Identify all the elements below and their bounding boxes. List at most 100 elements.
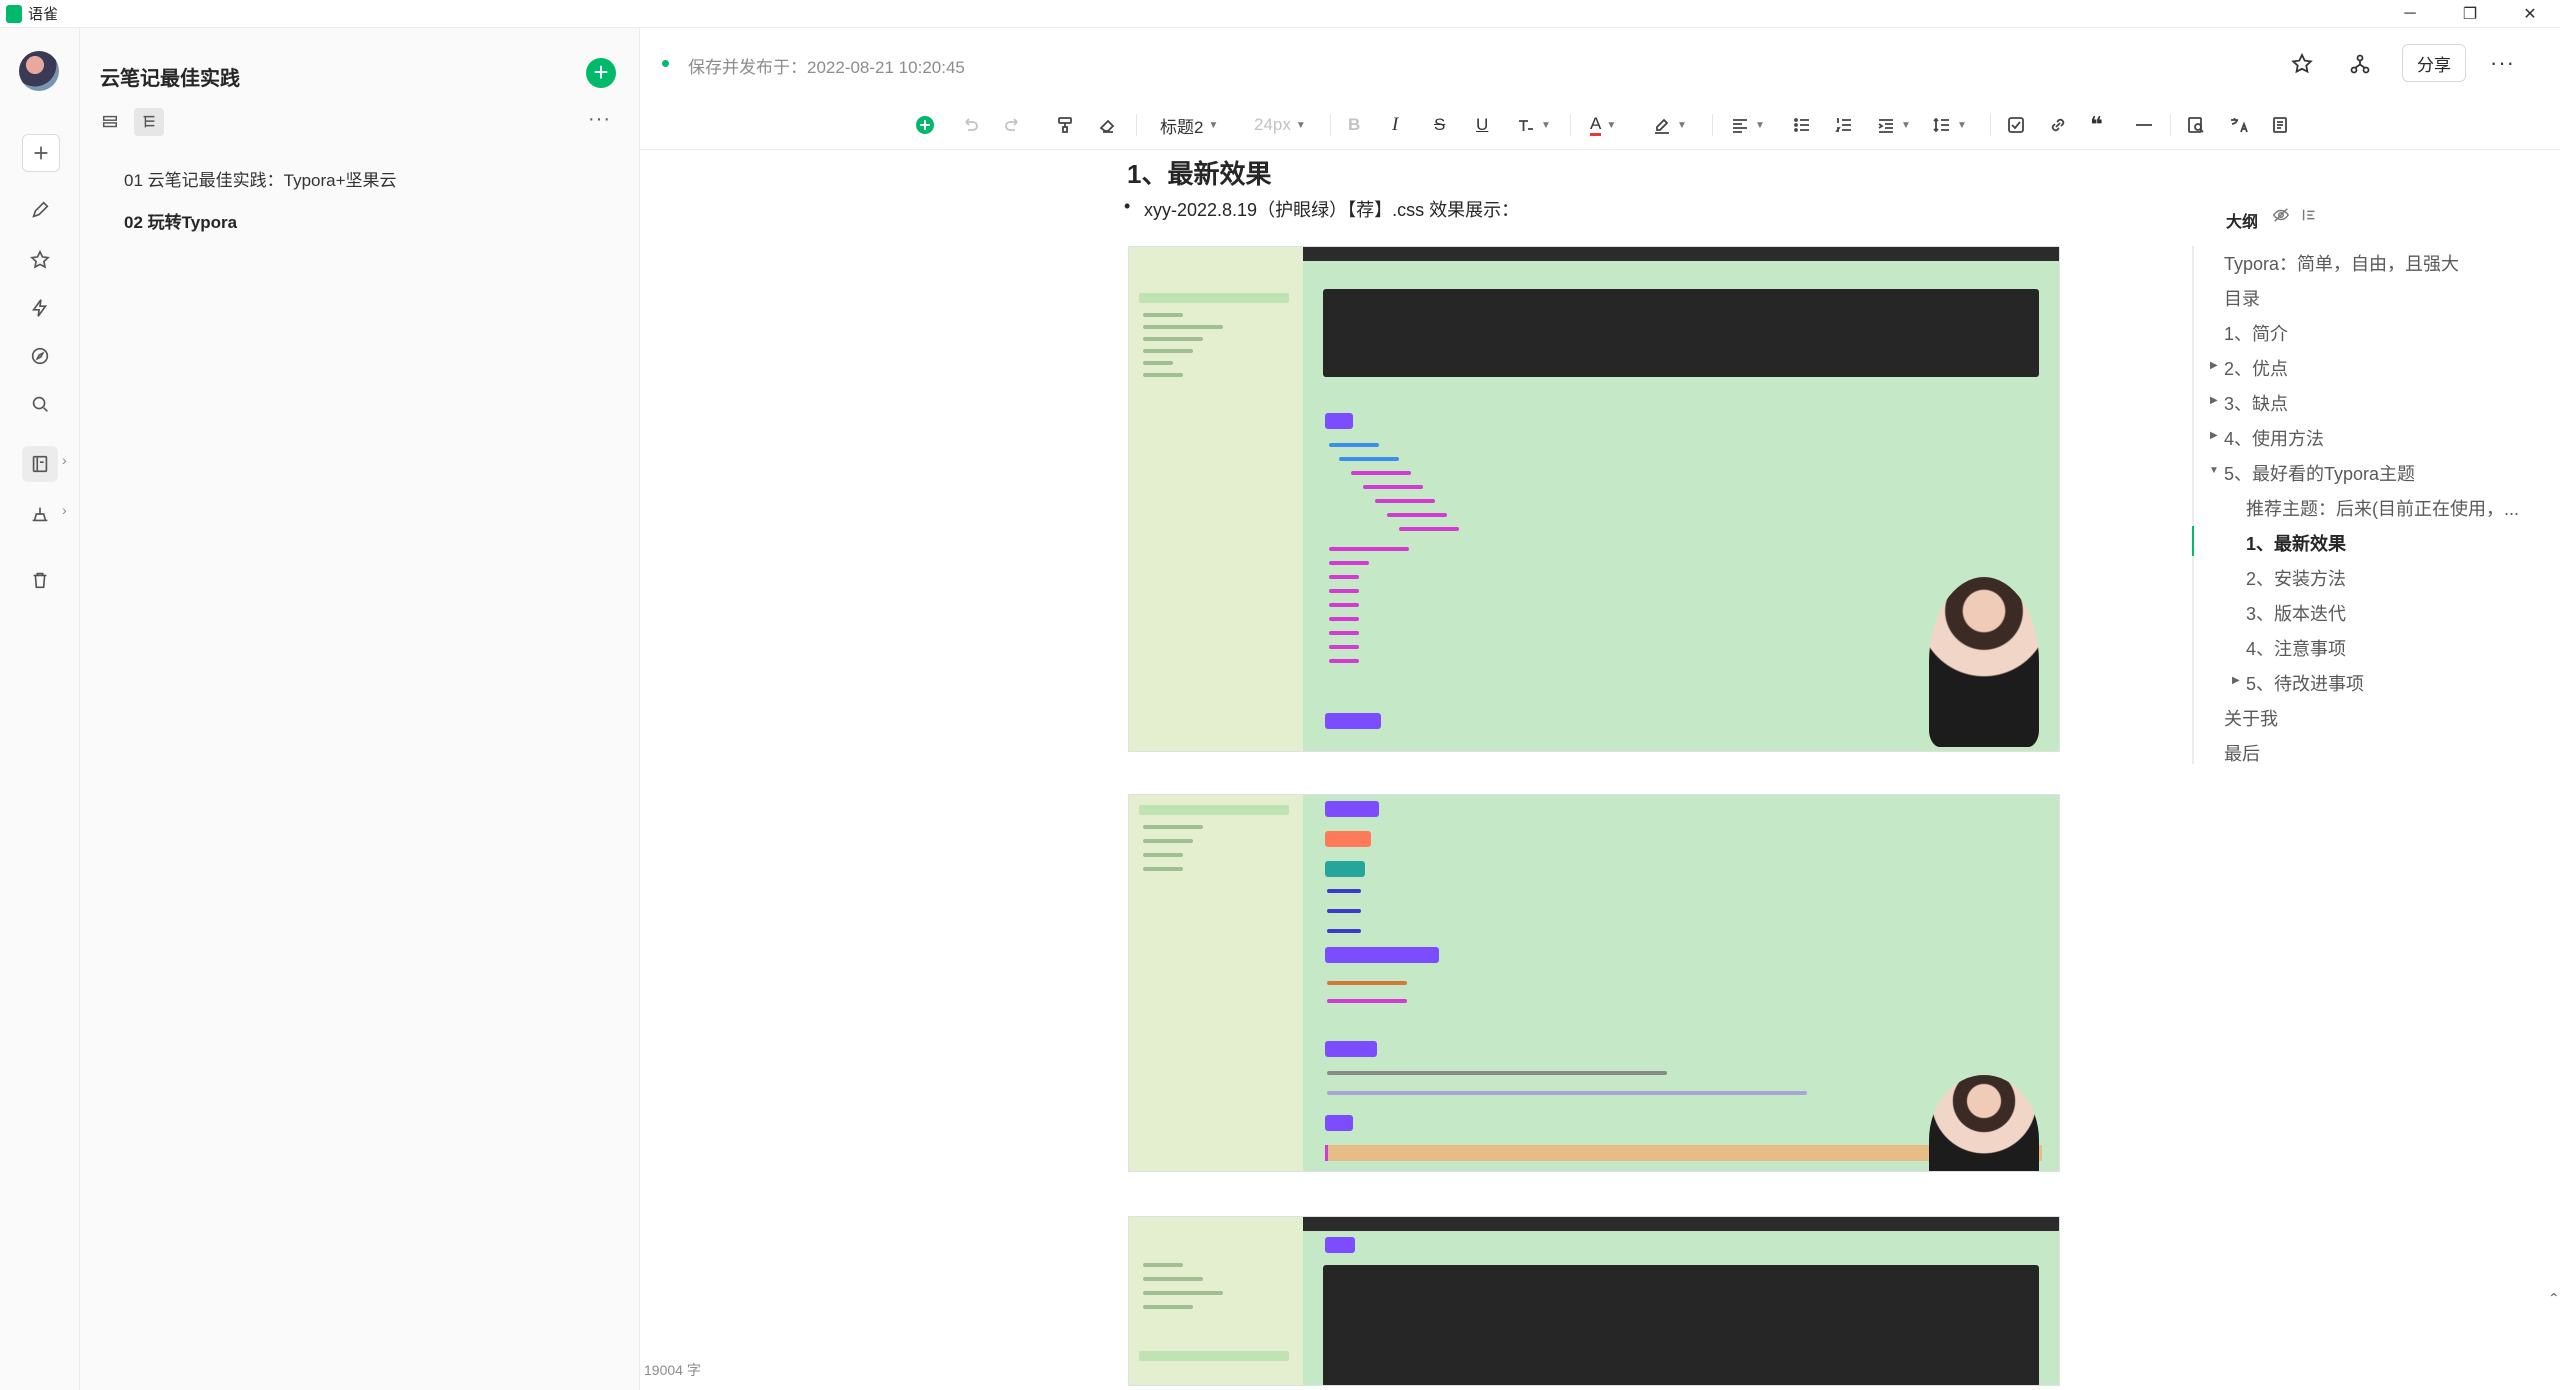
- caret-down-icon[interactable]: ▼: [2209, 465, 2219, 476]
- outline-item[interactable]: 推荐主题：后来(目前正在使用，...: [2246, 495, 2519, 521]
- outline-item[interactable]: 1、简介: [2224, 320, 2288, 346]
- trash-icon: [33, 572, 47, 589]
- pen-icon: [32, 201, 49, 218]
- image-code-block: [1323, 1265, 2039, 1385]
- outline-item[interactable]: Typora：简单，自由，且强大: [2224, 250, 2459, 276]
- brush-icon: [1058, 117, 1072, 133]
- clear-format-button[interactable]: [1097, 112, 1117, 138]
- text-style-button[interactable]: ▼: [1516, 112, 1551, 138]
- align-button[interactable]: ▼: [1730, 112, 1765, 138]
- outline-item[interactable]: 2、安装方法: [2246, 565, 2346, 591]
- image-detail: [1143, 361, 1173, 365]
- outline-item[interactable]: 3、版本迭代: [2246, 600, 2346, 626]
- dynamics-button[interactable]: [22, 290, 58, 326]
- doc-bullet-item[interactable]: xyy-2022.8.19（护眼绿）【荐】.css 效果展示：: [1124, 196, 1519, 222]
- outline-item[interactable]: 3、缺点: [2224, 390, 2288, 416]
- find-replace-button[interactable]: [2186, 112, 2206, 138]
- list-view-button[interactable]: [95, 108, 125, 136]
- sidebar-doc-item-active[interactable]: 02 玩转Typora: [124, 208, 237, 233]
- outline-item[interactable]: 4、注意事项: [2246, 635, 2346, 661]
- image-portrait: [1929, 1075, 2039, 1171]
- document-settings-button[interactable]: [2270, 112, 2290, 138]
- outline-level-icon[interactable]: [2300, 206, 2318, 224]
- highlight-button[interactable]: ▼: [1652, 112, 1687, 138]
- bullet-list-button[interactable]: [1792, 112, 1812, 138]
- sidebar-doc-item[interactable]: 01 云笔记最佳实践：Typora+坚果云: [124, 166, 397, 191]
- toolbar-divider: [2170, 114, 2171, 136]
- font-size-select[interactable]: 24px ▼: [1254, 112, 1306, 138]
- favorite-button[interactable]: [2288, 50, 2316, 78]
- strikethrough-button[interactable]: S: [1434, 112, 1445, 138]
- heading-style-select[interactable]: 标题2 ▼: [1160, 112, 1218, 138]
- add-doc-button[interactable]: +: [586, 58, 616, 88]
- lightning-icon: [31, 299, 48, 317]
- outline-item[interactable]: 最后: [2224, 740, 2260, 766]
- divider-button[interactable]: [2134, 112, 2154, 138]
- image-detail: [1143, 373, 1183, 377]
- caret-right-icon[interactable]: ▶: [2210, 360, 2218, 371]
- outline-item[interactable]: 关于我: [2224, 705, 2278, 731]
- eye-off-icon[interactable]: [2272, 206, 2290, 224]
- collaborate-button[interactable]: [2346, 50, 2374, 78]
- quote-button[interactable]: ❝: [2090, 112, 2103, 138]
- favorites-button[interactable]: [22, 242, 58, 278]
- theme-preview-image[interactable]: [1128, 1216, 2060, 1386]
- trash-button[interactable]: [22, 562, 58, 598]
- image-detail: [1143, 825, 1203, 829]
- restore-button[interactable]: ❐: [2440, 0, 2500, 28]
- knowledge-base-button[interactable]: [22, 446, 58, 482]
- image-detail: [1329, 659, 1359, 663]
- chevron-right-icon[interactable]: ›: [62, 452, 67, 468]
- italic-button[interactable]: I: [1392, 112, 1398, 138]
- insert-button[interactable]: [915, 112, 935, 138]
- theme-preview-image[interactable]: [1128, 246, 2060, 752]
- numbered-list-button[interactable]: [1834, 112, 1854, 138]
- bullet-list-icon: [1794, 118, 1809, 132]
- list-icon: [102, 115, 118, 128]
- search-button[interactable]: [22, 386, 58, 422]
- avatar[interactable]: [19, 51, 59, 91]
- undo-button[interactable]: [960, 112, 980, 138]
- team-button[interactable]: [22, 496, 58, 532]
- caret-right-icon[interactable]: ▶: [2232, 675, 2240, 686]
- bold-button[interactable]: B: [1348, 112, 1360, 138]
- outline-item[interactable]: 目录: [2224, 285, 2260, 311]
- link-button[interactable]: [2048, 112, 2068, 138]
- outline-item[interactable]: 5、待改进事项: [2246, 670, 2364, 696]
- star-icon: [30, 249, 50, 269]
- minimize-button[interactable]: ─: [2380, 0, 2440, 28]
- more-options-button[interactable]: ···: [2490, 50, 2515, 76]
- more-icon[interactable]: ···: [588, 108, 611, 131]
- font-color-button[interactable]: A ▼: [1590, 112, 1616, 138]
- discover-button[interactable]: [22, 338, 58, 374]
- caret-right-icon[interactable]: ▶: [2210, 395, 2218, 406]
- task-list-button[interactable]: [2006, 112, 2026, 138]
- chevron-right-icon[interactable]: ›: [62, 502, 67, 518]
- tree-view-button[interactable]: [134, 108, 164, 136]
- doc-heading[interactable]: 1、最新效果: [1127, 154, 1271, 191]
- theme-preview-image[interactable]: [1128, 794, 2060, 1172]
- caret-right-icon[interactable]: ▶: [2210, 430, 2218, 441]
- outline-item[interactable]: 4、使用方法: [2224, 425, 2324, 451]
- scroll-indicator[interactable]: ⌃: [2548, 1290, 2560, 1310]
- image-detail: [1143, 313, 1183, 317]
- outline-item-active[interactable]: 1、最新效果: [2246, 530, 2346, 556]
- image-detail: [1375, 499, 1435, 503]
- line-height-button[interactable]: ▼: [1932, 112, 1967, 138]
- book-title: 云笔记最佳实践: [100, 68, 240, 90]
- outline-item[interactable]: 2、优点: [2224, 355, 2288, 381]
- translate-button[interactable]: [2228, 112, 2248, 138]
- font-color-icon: A: [1590, 114, 1602, 136]
- close-button[interactable]: ✕: [2500, 0, 2560, 28]
- underline-button[interactable]: U: [1476, 112, 1488, 138]
- redo-button[interactable]: [1003, 112, 1023, 138]
- image-outline-pane: [1129, 247, 1303, 751]
- format-painter-button[interactable]: [1055, 112, 1075, 138]
- share-network-icon: [2350, 54, 2370, 74]
- new-button[interactable]: [22, 134, 60, 172]
- share-button[interactable]: 分享: [2402, 44, 2466, 82]
- indent-button[interactable]: ▼: [1876, 112, 1911, 138]
- outline-item[interactable]: 5、最好看的Typora主题: [2224, 460, 2415, 486]
- write-button[interactable]: [22, 192, 58, 228]
- plus-circle-icon: [916, 116, 934, 134]
